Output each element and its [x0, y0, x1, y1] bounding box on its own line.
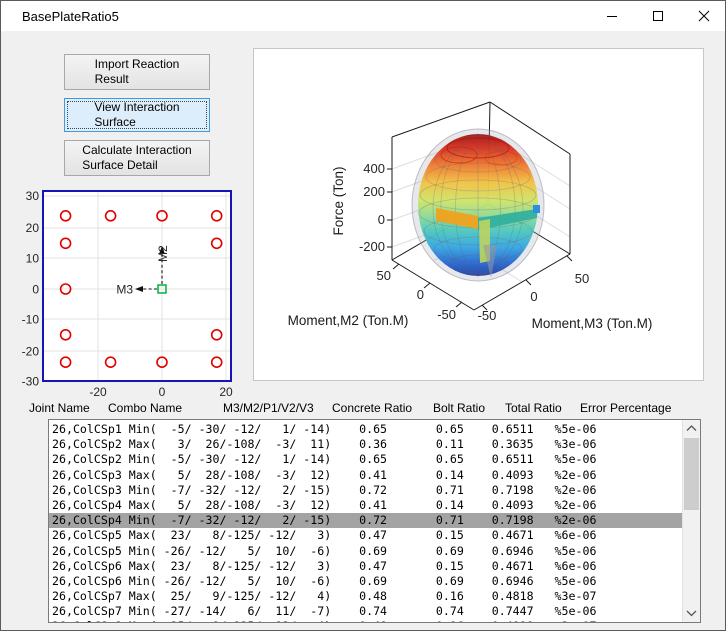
list-item[interactable]: 26,ColCSp2 Min( -5/ -30/ -12/ 1/ -14) 0.…: [49, 452, 682, 467]
svg-text:-200: -200: [359, 239, 385, 254]
z-axis-label: Force (Ton): [331, 166, 346, 235]
list-item[interactable]: 26,ColCSp5 Min( -26/ -12/ 5/ 10/ -6) 0.6…: [49, 544, 682, 559]
list-item[interactable]: 26,ColCSp7 Max( 25/ 9/-125/ -12/ 4) 0.48…: [49, 589, 682, 604]
svg-text:-10: -10: [22, 313, 40, 327]
list-item[interactable]: 26,ColCSp8 Max( 25/ 9/-125/ -12/ 4) 0.48…: [49, 619, 682, 623]
calculate-interaction-surface-detail-button[interactable]: Calculate Interaction Surface Detail: [64, 140, 210, 176]
m2-arrow-label: M2: [156, 245, 170, 262]
results-list[interactable]: 26,ColCSp1 Min( -5/ -30/ -12/ 1/ -14) 0.…: [48, 419, 701, 623]
list-item[interactable]: 26,ColCSp4 Max( 5/ 28/-108/ -3/ 12) 0.41…: [49, 498, 682, 513]
button-label: Surface: [94, 115, 135, 129]
list-item[interactable]: 26,ColCSp7 Min( -27/ -14/ 6/ 11/ -7) 0.7…: [49, 604, 682, 619]
button-label: Import Reaction: [95, 57, 180, 71]
list-item[interactable]: 26,ColCSp6 Min( -26/ -12/ 5/ 10/ -6) 0.6…: [49, 574, 682, 589]
results-rows: 26,ColCSp1 Min( -5/ -30/ -12/ 1/ -14) 0.…: [49, 422, 682, 623]
chevron-up-icon: [686, 425, 697, 432]
x-axis-ticks-2d: -20 0 20: [89, 385, 233, 399]
svg-text:0: 0: [530, 289, 537, 304]
import-reaction-result-button[interactable]: Import Reaction Result: [64, 54, 210, 90]
svg-text:-20: -20: [89, 385, 107, 399]
list-item[interactable]: 26,ColCSp1 Min( -5/ -30/ -12/ 1/ -14) 0.…: [49, 422, 682, 437]
close-button[interactable]: [681, 1, 726, 31]
header-m3m2p1v2v3: M3/M2/P1/V2/V3: [223, 401, 314, 415]
list-item[interactable]: 26,ColCSp5 Max( 23/ 8/-125/ -12/ 3) 0.47…: [49, 528, 682, 543]
svg-text:-30: -30: [22, 375, 40, 389]
minimize-icon: [606, 10, 618, 22]
header-joint-name: Joint Name: [29, 401, 90, 415]
svg-text:0: 0: [32, 283, 39, 297]
maximize-icon: [652, 10, 664, 22]
header-error-percentage: Error Percentage: [580, 401, 671, 415]
header-bolt-ratio: Bolt Ratio: [433, 401, 485, 415]
svg-text:-50: -50: [478, 308, 497, 323]
header-total-ratio: Total Ratio: [505, 401, 562, 415]
svg-text:-20: -20: [22, 345, 40, 359]
minimize-button[interactable]: [589, 1, 635, 31]
list-item[interactable]: 26,ColCSp3 Max( 5/ 28/-108/ -3/ 12) 0.41…: [49, 468, 682, 483]
button-label: Surface Detail: [82, 158, 157, 172]
list-item[interactable]: 26,ColCSp6 Max( 23/ 8/-125/ -12/ 3) 0.47…: [49, 559, 682, 574]
button-label: View Interaction: [94, 100, 179, 114]
svg-text:10: 10: [26, 252, 40, 266]
titlebar: BasePlateRatio5: [1, 1, 725, 31]
svg-text:50: 50: [377, 268, 391, 283]
button-label: Result: [95, 72, 129, 86]
scroll-down-button[interactable]: [683, 605, 700, 622]
svg-text:20: 20: [26, 221, 40, 235]
m3-arrow-label: M3: [116, 283, 133, 297]
header-concrete-ratio: Concrete Ratio: [332, 401, 412, 415]
window-title: BasePlateRatio5: [22, 9, 119, 24]
svg-text:0: 0: [417, 287, 424, 302]
scroll-up-button[interactable]: [683, 420, 700, 437]
list-item[interactable]: 26,ColCSp3 Min( -7/ -32/ -12/ 2/ -15) 0.…: [49, 483, 682, 498]
m2-axis-label: Moment,M2 (Ton.M): [288, 313, 409, 328]
m3-axis-label: Moment,M3 (Ton.M): [532, 316, 653, 331]
chevron-down-icon: [686, 610, 697, 617]
svg-text:200: 200: [363, 184, 385, 199]
svg-text:-50: -50: [437, 307, 456, 322]
z-axis-ticks: 400 200 0 -200: [359, 161, 385, 254]
vertical-scrollbar[interactable]: [682, 420, 700, 622]
maximize-button[interactable]: [635, 1, 681, 31]
svg-text:50: 50: [575, 271, 589, 286]
interaction-surface-plot: 400 200 0 -200 Force (Ton) 50 0 -50 Mome…: [253, 48, 704, 381]
svg-text:20: 20: [219, 385, 233, 399]
svg-text:400: 400: [363, 161, 385, 176]
list-item[interactable]: 26,ColCSp2 Max( 3/ 26/-108/ -3/ 11) 0.36…: [49, 437, 682, 452]
app-window: BasePlateRatio5 Import Reaction Result V…: [0, 0, 726, 631]
scrollbar-thumb[interactable]: [684, 438, 699, 510]
close-icon: [698, 10, 710, 22]
svg-text:30: 30: [26, 189, 40, 203]
svg-text:0: 0: [159, 385, 166, 399]
svg-text:0: 0: [378, 212, 385, 227]
view-interaction-surface-button[interactable]: View Interaction Surface: [64, 98, 210, 132]
header-combo-name: Combo Name: [108, 401, 182, 415]
interaction-surface: [412, 129, 544, 281]
list-item[interactable]: 26,ColCSp4 Min( -7/ -32/ -12/ 2/ -15) 0.…: [49, 513, 682, 528]
button-label: Calculate Interaction: [82, 143, 191, 157]
y-axis-ticks-2d: 30 20 10 0 -10 -20 -30: [22, 189, 40, 389]
bolt-layout-plot: M2 M3 30 20 10 0 -10 -20 -30 -20 0 20: [11, 184, 241, 401]
